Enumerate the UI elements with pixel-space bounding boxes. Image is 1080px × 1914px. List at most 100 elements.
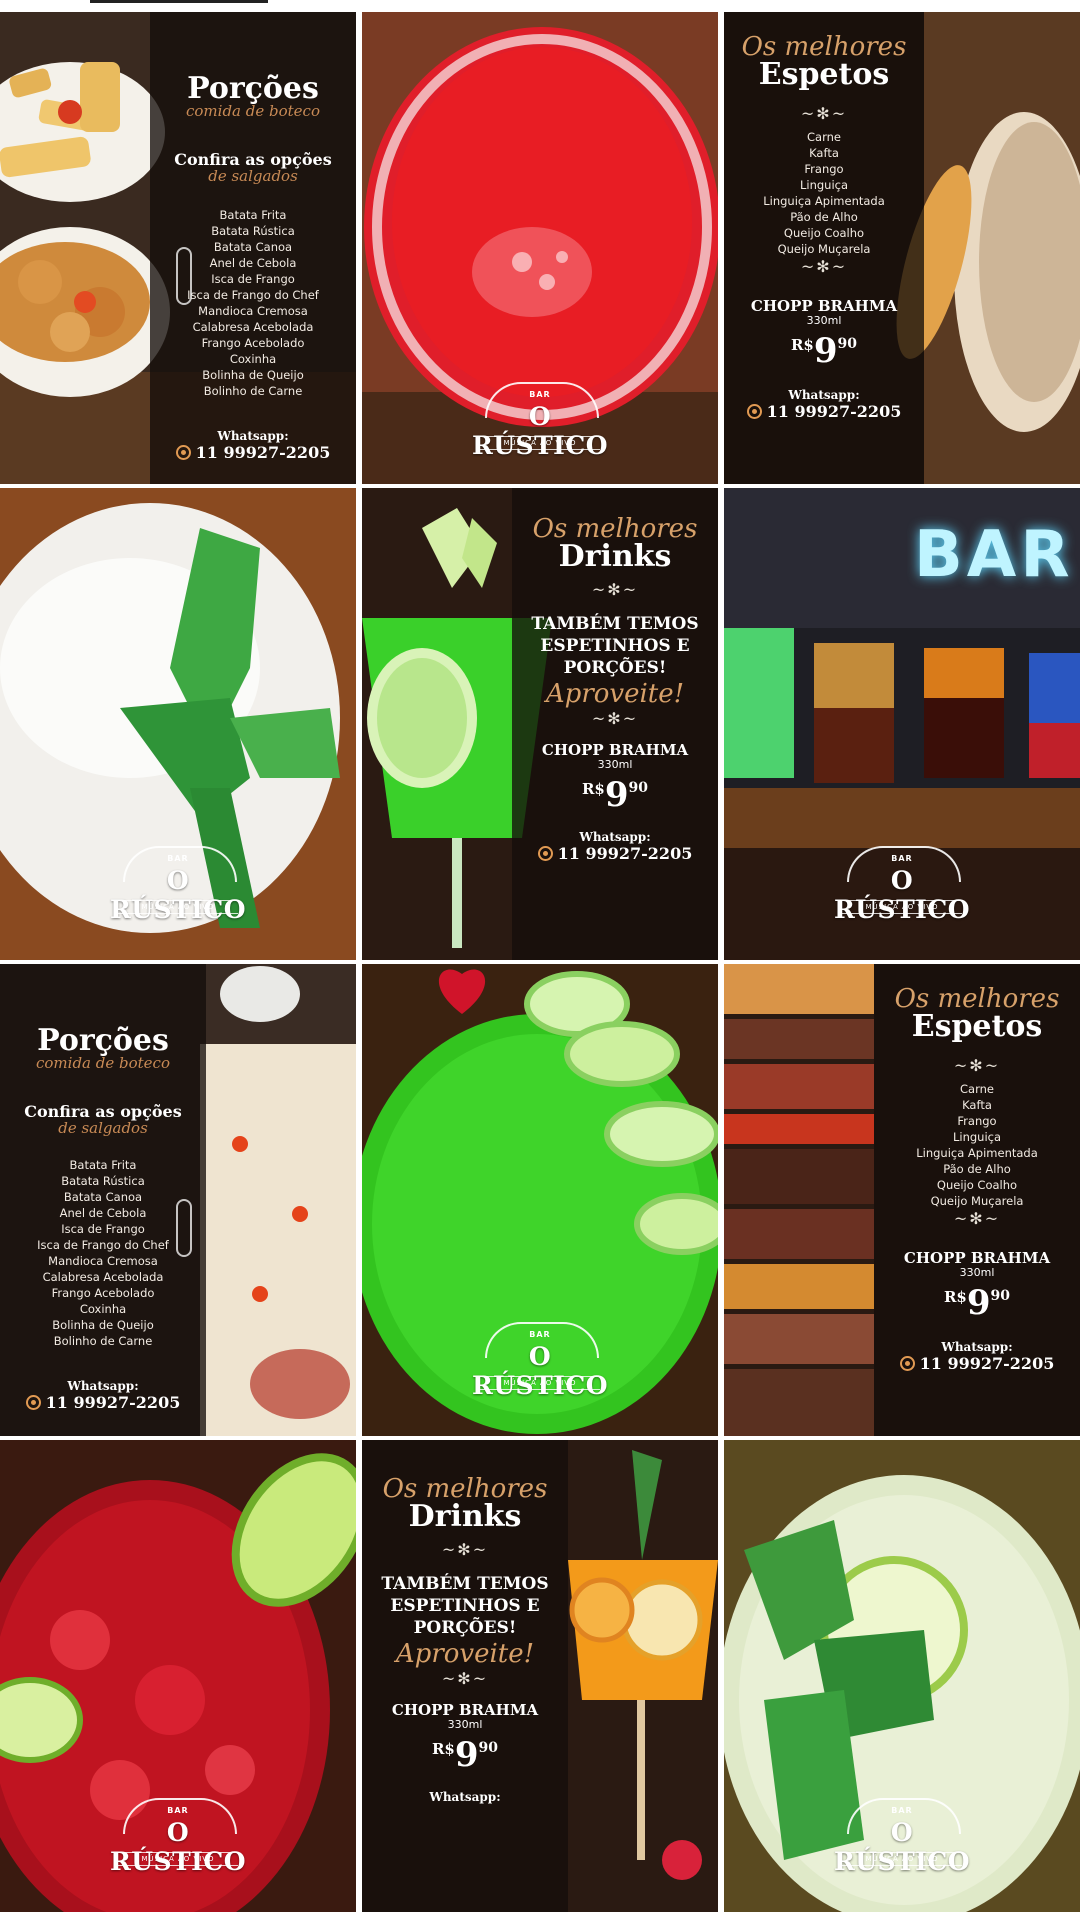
list-item: Linguiça Apimentada [763,194,885,208]
list-item: Calabresa Acebolada [192,320,314,334]
logo-bar-label: BAR [529,390,551,399]
post-lime-drink[interactable]: BAR O RÚSTICO MÚSICA AO VIVO [724,1440,1080,1912]
flourish-icon: ~✻~ [591,709,639,728]
logo-name: O RÚSTICO [471,1342,609,1400]
list-item: Anel de Cebola [59,1206,147,1220]
list-item: Batata Canoa [63,1190,143,1204]
flourish-icon: ~✻~ [441,1669,489,1688]
espetos-title: Espetos [758,57,890,92]
list-item: Batata Rústica [211,224,295,238]
list-item: Coxinha [79,1302,127,1316]
chopp-price: R$990 [791,327,857,368]
post-red-ice-drink[interactable]: BAR O RÚSTICO MÚSICA AO VIVO [0,1440,356,1912]
post-bar-shots[interactable]: BAR BAR O RÚSTICO MÚSICA AO VIVO [724,488,1080,960]
whatsapp-icon [25,1395,41,1410]
list-item: Kafta [962,1098,992,1112]
list-item: Isca de Frango do Chef [37,1238,169,1252]
post-drinks-1[interactable]: Os melhores Drinks ~✻~ TAMBÉM TEMOS ESPE… [362,488,718,960]
chopp-volume: 330ml [447,1718,483,1731]
logo-tagline: MÚSICA AO VIVO [118,1852,238,1866]
list-item: Bolinha de Queijo [52,1318,154,1332]
whatsapp-number: 11 99927-2205 [537,844,693,863]
list-item: Carne [807,130,841,144]
list-item: Linguiça [799,178,849,192]
post-grid: Porções comida de boteco Confira as opçõ… [0,12,1080,1914]
list-item: Isca de Frango do Chef [187,288,319,302]
porcoes-subtitle: comida de boteco [186,102,320,120]
porcoes-subtitle: comida de boteco [36,1054,170,1072]
flourish-icon: ~✻~ [591,580,639,599]
list-item: Linguiça Apimentada [916,1146,1038,1160]
post-espetos-2[interactable]: Os melhores Espetos ~✻~ Carne Kafta Fran… [724,964,1080,1436]
list-item: Frango [804,162,844,176]
list-item: Frango [957,1114,997,1128]
chopp-price: R$990 [432,1731,498,1772]
flourish-icon: ~✻~ [800,104,848,123]
logo-bar-label: BAR [529,1330,551,1339]
whatsapp-label: Whatsapp: [788,388,860,402]
logo-name: O RÚSTICO [471,402,609,460]
logo-tagline: MÚSICA AO VIVO [480,1376,600,1390]
porcoes-title: Porções [187,71,319,106]
post-porcoes-1[interactable]: Porções comida de boteco Confira as opçõ… [0,12,356,484]
chopp-name: CHOPP BRAHMA [391,1701,539,1719]
list-item: Isca de Frango [61,1222,145,1236]
price-value: 9 [604,775,629,815]
logo-name: O RÚSTICO [109,866,247,924]
list-item: Mandioca Cremosa [198,304,308,318]
list-item: Kafta [809,146,839,160]
porcoes-title: Porções [37,1023,169,1058]
salgados-subtitle: de salgados [58,1119,148,1137]
menu-panel: Os melhores Espetos ~✻~ Carne Kafta Fran… [724,12,924,484]
flourish-icon: ~✻~ [441,1540,489,1559]
promo-line: TAMBÉM TEMOS [531,614,699,634]
list-item: Bolinha de Queijo [202,368,304,382]
price-currency: R$ [943,1288,967,1306]
bar-logo: BAR O RÚSTICO MÚSICA AO VIVO [827,1798,977,1880]
flourish-icon: ~✻~ [953,1209,1001,1228]
post-espetos-1[interactable]: Os melhores Espetos ~✻~ Carne Kafta Fran… [724,12,1080,484]
price-cents: 90 [628,780,649,796]
phone-text: 11 99927-2205 [557,844,693,863]
chopp-name: CHOPP BRAHMA [750,297,898,315]
promo-line: PORÇÕES! [413,1618,517,1638]
post-mint-drink[interactable]: BAR O RÚSTICO MÚSICA AO VIVO [0,488,356,960]
whatsapp-label: Whatsapp: [941,1340,1013,1354]
logo-tagline: MÚSICA AO VIVO [118,900,238,914]
menu-panel: Porções comida de boteco Confira as opçõ… [0,964,206,1436]
post-drinks-2[interactable]: Os melhores Drinks ~✻~ TAMBÉM TEMOS ESPE… [362,1440,718,1912]
logo-bar-label: BAR [891,854,913,863]
whatsapp-number: 11 99927-2205 [746,402,901,421]
list-item: Batata Canoa [213,240,293,254]
price-value: 9 [813,331,838,371]
post-red-drink[interactable]: BAR O RÚSTICO MÚSICA AO VIVO [362,12,718,484]
list-item: Frango Acebolado [201,336,305,350]
logo-bar-label: BAR [891,1806,913,1815]
drinks-title: Drinks [408,1499,522,1534]
logo-tagline: MÚSICA AO VIVO [842,900,962,914]
promo-line: ESPETINHOS E [540,636,690,656]
list-item: Carne [960,1082,994,1096]
menu-panel: Os melhores Drinks ~✻~ TAMBÉM TEMOS ESPE… [512,488,718,960]
whatsapp-label: Whatsapp: [67,1379,139,1393]
logo-bar-label: BAR [167,1806,189,1815]
logo-bar-label: BAR [167,854,189,863]
chopp-name: CHOPP BRAHMA [541,741,689,759]
price-cents: 90 [478,1740,499,1756]
list-item: Pão de Alho [943,1162,1011,1176]
aproveite-text: Aproveite! [545,679,685,709]
menu-panel: Os melhores Drinks ~✻~ TAMBÉM TEMOS ESPE… [362,1440,568,1912]
bar-logo: BAR O RÚSTICO MÚSICA AO VIVO [103,1798,253,1880]
bar-logo: BAR O RÚSTICO MÚSICA AO VIVO [465,1322,615,1404]
post-green-drink[interactable]: BAR O RÚSTICO MÚSICA AO VIVO [362,964,718,1436]
promo-line: PORÇÕES! [563,658,667,678]
list-item: Mandioca Cremosa [48,1254,158,1268]
aproveite-text: Aproveite! [395,1639,535,1669]
chopp-price: R$990 [582,771,648,812]
flourish-icon: ~✻~ [953,1056,1001,1075]
whatsapp-icon [746,404,762,419]
espetos-list: Carne Kafta Frango Linguiça Linguiça Api… [916,1081,1038,1209]
whatsapp-label: Whatsapp: [217,429,289,443]
phone-text: 11 99927-2205 [45,1393,181,1412]
post-porcoes-2[interactable]: Porções comida de boteco Confira as opçõ… [0,964,356,1436]
